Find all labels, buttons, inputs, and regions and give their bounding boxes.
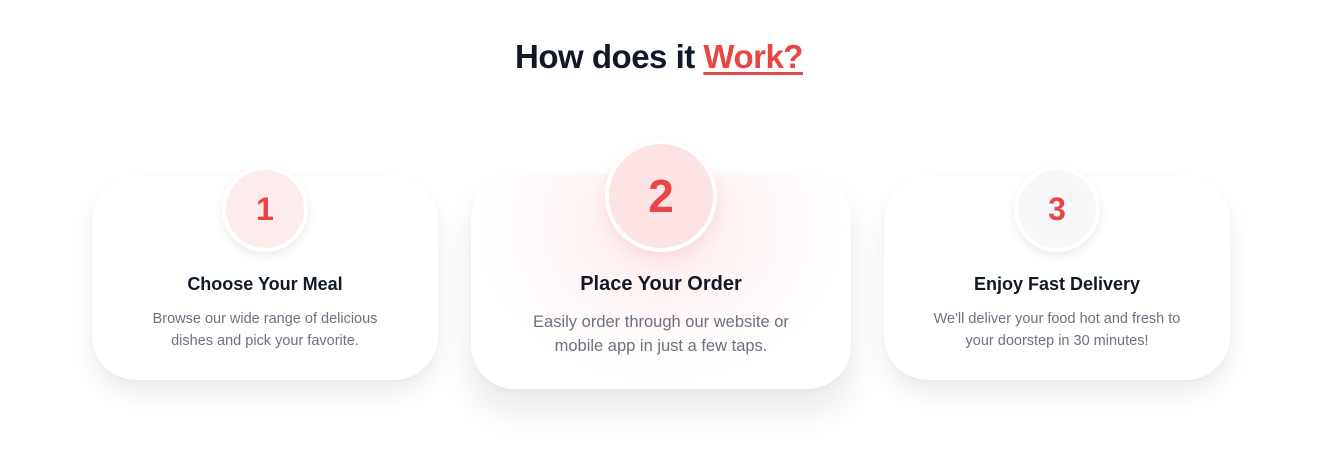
step-description: Easily order through our website or mobi… xyxy=(533,313,789,355)
section-heading: How does it Work? xyxy=(0,38,1318,76)
step-title: Place Your Order xyxy=(580,273,742,295)
heading-prefix: How does it xyxy=(515,38,704,75)
how-it-works-section: How does it Work? 1 Choose Your Meal Bro… xyxy=(0,0,1318,468)
step-card-1: 1 Choose Your Meal Browse our wide range… xyxy=(92,166,438,380)
step-number-badge: 3 xyxy=(1014,166,1100,252)
step-description: We'll deliver your food hot and fresh to… xyxy=(933,311,1181,349)
step-title: Choose Your Meal xyxy=(187,274,343,294)
step-number-badge: 1 xyxy=(222,166,308,252)
step-card-3: 3 Enjoy Fast Delivery We'll deliver your… xyxy=(884,166,1230,380)
step-card-2: 2 Place Your Order Easily order through … xyxy=(471,140,851,389)
step-number-badge: 2 xyxy=(605,140,717,252)
step-description: Browse our wide range of delicious dishe… xyxy=(152,311,378,349)
heading-accent: Work? xyxy=(703,38,803,75)
step-title: Enjoy Fast Delivery xyxy=(973,274,1141,294)
